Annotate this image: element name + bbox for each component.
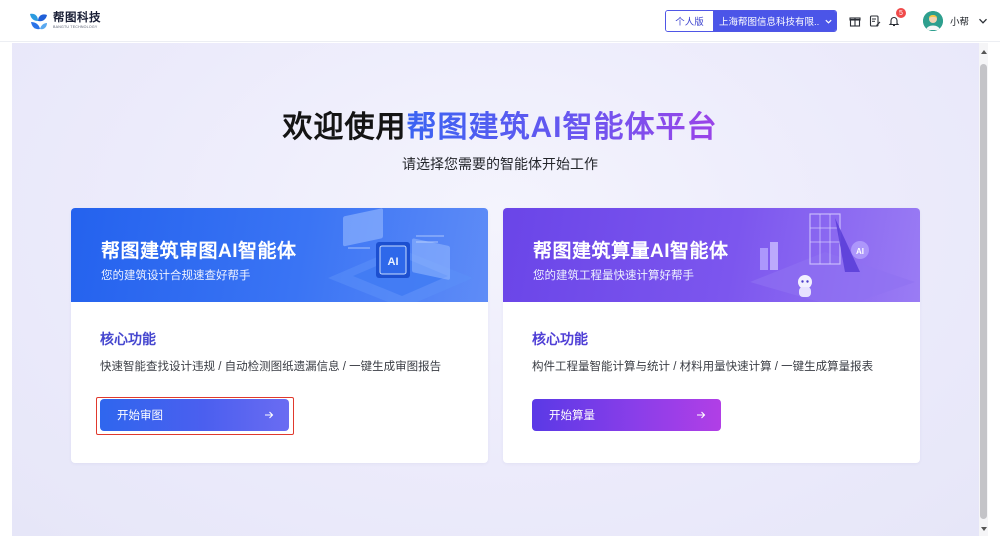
arrow-right-icon [249,410,289,420]
start-takeoff-button-label: 开始算量 [549,410,595,422]
card-subtitle: 您的建筑工程量快速计算好帮手 [533,270,694,282]
page-subtitle: 请选择您需要的智能体开始工作 [402,156,598,172]
top-navigation-bar: 帮图科技 BANGTU TECHNOLOGY 个人版 上海帮图信息科技有限...… [0,0,1000,42]
user-name: 小帮 [950,17,970,28]
document-edit-icon[interactable] [868,14,882,28]
card-title: 帮图建筑审图AI智能体 [101,241,297,262]
chevron-down-icon [979,18,987,24]
core-features-heading: 核心功能 [532,331,588,347]
illustration-badge-text: AI [856,247,864,256]
selected-organization: 上海帮图信息科技有限... [719,17,820,28]
core-features-heading: 核心功能 [100,331,156,347]
logo-icon [30,13,47,30]
start-review-button[interactable]: 开始审图 [100,399,289,431]
start-review-button-label: 开始审图 [117,410,163,422]
gift-icon[interactable] [848,14,862,28]
page-title: 欢迎使用帮图建筑AI智能体平台 [0,102,1000,146]
start-takeoff-button[interactable]: 开始算量 [532,399,721,431]
card-banner: 帮图建筑审图AI智能体 您的建筑设计合规速查好帮手 AI [71,208,488,302]
personal-edition-toggle[interactable]: 个人版 [666,11,714,31]
illustration-badge-text: AI [388,256,399,268]
organization-switcher: 个人版 上海帮图信息科技有限... [665,10,837,32]
user-menu[interactable]: 小帮 [923,11,988,31]
card-title: 帮图建筑算量AI智能体 [533,241,729,262]
page-title-highlight: 帮图建筑AI智能体平台 [406,111,718,144]
card-banner: 帮图建筑算量AI智能体 您的建筑工程量快速计算好帮手 AI [503,208,920,302]
quantity-takeoff-agent-card[interactable]: 帮图建筑算量AI智能体 您的建筑工程量快速计算好帮手 AI 核心功能 构件工程量… [503,208,920,463]
notification-count-badge: 5 [896,8,906,18]
logo-title: 帮图科技 [53,12,101,24]
page-title-prefix: 欢迎使用 [282,111,407,144]
core-features-description: 构件工程量智能计算与统计 / 材料用量快速计算 / 一键生成算量报表 [532,361,874,373]
chevron-down-icon [820,17,836,26]
logo-subtitle: BANGTU TECHNOLOGY [53,25,98,29]
drawing-review-agent-card[interactable]: 帮图建筑审图AI智能体 您的建筑设计合规速查好帮手 AI 核心功能 快速智能查找… [71,208,488,463]
card-subtitle: 您的建筑设计合规速查好帮手 [101,270,251,282]
scroll-up-arrow-icon[interactable] [981,50,987,54]
core-features-description: 快速智能查找设计违规 / 自动检测图纸遗漏信息 / 一键生成审图报告 [100,361,442,373]
scroll-down-arrow-icon[interactable] [981,527,987,531]
arrow-right-icon [681,410,721,420]
building-robot-illustration-icon: AI [750,213,915,302]
organization-select[interactable]: 上海帮图信息科技有限... [714,11,836,31]
brand-logo[interactable]: 帮图科技 BANGTU TECHNOLOGY [27,10,101,32]
avatar [923,11,943,31]
ai-chip-illustration-icon: AI [328,208,473,302]
